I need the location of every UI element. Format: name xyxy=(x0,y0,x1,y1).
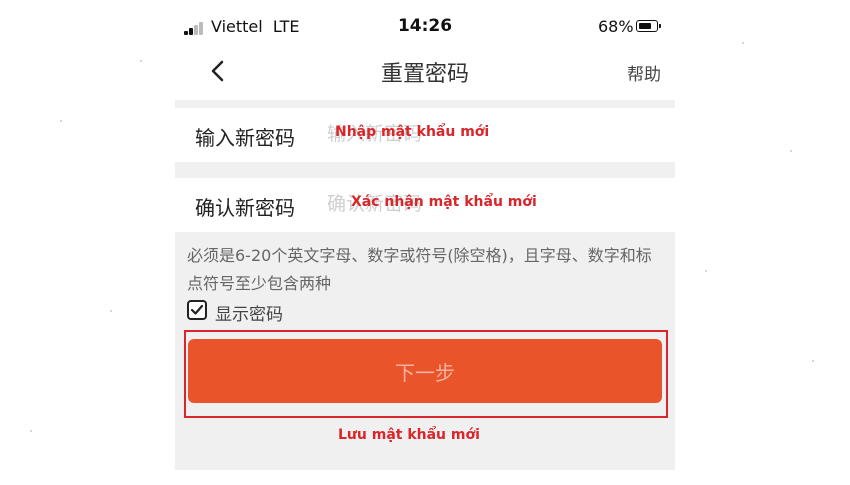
password-rules-hint: 必须是6-20个英文字母、数字或符号(除空格)，且字母、数字和标点符号至少包含两… xyxy=(187,246,652,293)
battery-percent: 68% xyxy=(598,17,634,36)
background-speck xyxy=(812,360,814,362)
next-button-annotation: Lưu mật khẩu mới xyxy=(338,427,480,443)
help-link[interactable]: 帮助 xyxy=(627,60,661,85)
background-speck xyxy=(30,430,32,432)
background-speck xyxy=(140,60,142,62)
status-bar: Viettel LTE 14:26 68% xyxy=(175,0,675,50)
show-password-label: 显示密码 xyxy=(215,305,283,325)
next-step-button[interactable]: 下一步 xyxy=(188,339,662,403)
background-speck xyxy=(110,310,112,312)
phone-screen: Viettel LTE 14:26 68% 重置密码 帮助 输入新密码 Nhập… xyxy=(175,0,675,485)
page-title: 重置密码 xyxy=(380,62,469,87)
background-speck xyxy=(705,270,707,272)
checkbox-checked-icon[interactable] xyxy=(187,300,207,320)
new-password-label: 输入新密码 xyxy=(195,126,295,150)
new-password-annotation: Nhập mật khẩu mới xyxy=(335,124,490,140)
confirm-password-annotation: Xác nhận mật khẩu mới xyxy=(351,194,537,210)
confirm-password-label: 确认新密码 xyxy=(195,196,295,220)
battery-icon xyxy=(636,20,661,32)
background-speck xyxy=(790,150,792,152)
background-speck xyxy=(742,42,744,44)
background-speck xyxy=(60,120,62,122)
